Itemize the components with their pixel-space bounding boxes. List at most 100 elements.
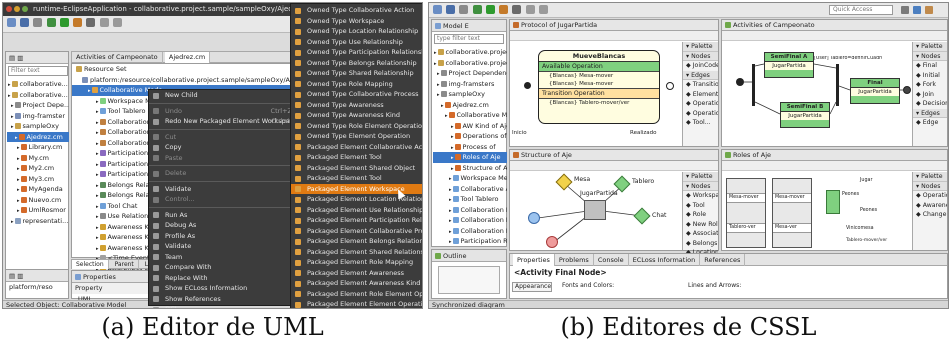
model-tree-item[interactable]: ▸ img-framsters xyxy=(433,79,507,90)
save-icon[interactable] xyxy=(446,5,456,14)
properties-tab[interactable]: Properties xyxy=(513,254,555,266)
palette-drawer[interactable]: ▾ Nodes xyxy=(913,181,947,191)
expand-arrow-icon[interactable]: ▸ xyxy=(96,225,99,231)
expand-arrow-icon[interactable]: ▸ xyxy=(445,113,448,119)
appearance-tab[interactable]: Appearance xyxy=(512,282,552,292)
expand-arrow-icon[interactable]: ▸ xyxy=(8,93,11,99)
palette-tool[interactable]: ◆ Associati... xyxy=(683,229,718,239)
expand-arrow-icon[interactable]: ▸ xyxy=(11,124,14,130)
explorer-item[interactable]: ▸ collaborative... xyxy=(7,90,69,101)
submenu-item[interactable]: Packaged Element Collaborative Action xyxy=(291,142,422,153)
explorer-item[interactable]: ▸ Nuevo.cm xyxy=(7,195,69,206)
submenu-item[interactable]: Packaged Element Belongs Relationship xyxy=(291,236,422,247)
expand-arrow-icon[interactable]: ▸ xyxy=(96,183,99,189)
new-icon[interactable] xyxy=(433,5,442,14)
submenu-item[interactable]: Packaged Element Role Mapping xyxy=(291,257,422,268)
explorer-item[interactable]: ▸ img-framster xyxy=(7,111,69,122)
outline-row[interactable]: platform/reso xyxy=(6,282,68,293)
expand-arrow-icon[interactable]: ▸ xyxy=(96,99,99,105)
model-tree-item[interactable]: ▸ Roles of Aje xyxy=(433,152,507,163)
model-tree-item[interactable]: ▸ Operations of Aje xyxy=(433,131,507,142)
protocol-editor-tab[interactable]: Protocol of JugarPartida xyxy=(510,20,718,31)
model-tree-item[interactable]: ▸ collaborative.project.dia xyxy=(433,47,507,58)
submenu-item[interactable]: Packaged Element Collaborative Process xyxy=(291,226,422,237)
role-column[interactable]: Mesa-mover Tablero-ver xyxy=(726,178,766,248)
expand-arrow-icon[interactable]: ▸ xyxy=(17,208,20,214)
expand-arrow-icon[interactable]: ▸ xyxy=(434,50,437,56)
expand-arrow-icon[interactable]: ▸ xyxy=(96,214,99,220)
quick-access-input[interactable]: Quick Access xyxy=(829,5,893,15)
palette-tool[interactable]: ◆ Join xyxy=(913,90,947,100)
palette-tool[interactable]: ◆ Final xyxy=(913,61,947,71)
explorer-item[interactable]: ▸ Library.cm xyxy=(7,142,69,153)
filter-input[interactable]: type filter text xyxy=(434,34,504,44)
explorer-item[interactable]: ▸ Project Depe... xyxy=(7,100,69,111)
submenu-item[interactable]: Owned Type Awareness Kind xyxy=(291,110,422,121)
expand-arrow-icon[interactable]: ▸ xyxy=(17,177,20,183)
expand-arrow-icon[interactable]: ▸ xyxy=(11,114,14,120)
perspective-icon[interactable] xyxy=(901,6,909,14)
diagram-toolbar[interactable] xyxy=(510,161,718,171)
tab-parent[interactable]: Parent xyxy=(111,260,139,269)
explorer-item[interactable]: ▸ My.cm xyxy=(7,153,69,164)
tool-icon[interactable] xyxy=(499,5,509,14)
window-controls[interactable] xyxy=(22,6,28,12)
expand-arrow-icon[interactable]: ▸ xyxy=(437,82,440,88)
role-node[interactable] xyxy=(584,200,606,220)
palette-tool[interactable]: ◆ New Role xyxy=(683,220,718,230)
search-icon[interactable] xyxy=(512,5,522,14)
context-menu-item[interactable]: Show ECLoss Information xyxy=(149,283,297,294)
diagram-toolbar[interactable] xyxy=(722,31,947,41)
submenu-item[interactable]: Owned Type Workspace xyxy=(291,16,422,27)
submenu-item[interactable]: Packaged Element Participation Relations… xyxy=(291,215,422,226)
model-tree-item[interactable]: ▸ Structure of Aje xyxy=(433,163,507,174)
context-menu-item[interactable]: Redo New Packaged Element Workspace Ctrl+… xyxy=(149,116,297,127)
expand-arrow-icon[interactable]: ▸ xyxy=(8,82,11,88)
submenu-item[interactable]: Packaged Element Awareness xyxy=(291,268,422,279)
model-tree-item[interactable]: ▸ Ajedrez.cm xyxy=(433,100,507,111)
model-tree-item[interactable]: ▸ sampleOxy xyxy=(433,89,507,100)
palette-drawer[interactable]: ▾ Nodes xyxy=(683,181,718,191)
run-icon[interactable] xyxy=(59,18,69,27)
perspective-icon[interactable] xyxy=(913,6,921,14)
expand-arrow-icon[interactable]: ▸ xyxy=(96,246,99,252)
palette-tool[interactable]: ◆ Belongs xyxy=(683,239,718,249)
expand-arrow-icon[interactable]: ▸ xyxy=(17,198,20,204)
model-tree-item[interactable]: ▸ Tool Tablero xyxy=(433,194,507,205)
roles-editor-tab[interactable]: Roles of Aje xyxy=(722,150,947,161)
model-tree-item[interactable]: ▸ Workspace Mesa xyxy=(433,173,507,184)
context-menu-item[interactable]: Run As▸ xyxy=(149,210,297,221)
submenu-item[interactable]: Packaged Element Tool xyxy=(291,152,422,163)
expand-arrow-icon[interactable]: ▸ xyxy=(449,187,452,193)
filter-input[interactable]: Filter text xyxy=(8,66,68,76)
model-tree-item[interactable]: ▸ Project Dependencies xyxy=(433,68,507,79)
model-tree-item[interactable]: ▸ Collaborative Act xyxy=(433,184,507,195)
explorer-tab-icon[interactable]: ▤ ▥ xyxy=(9,54,23,62)
palette-drawer[interactable]: ▾ Palette xyxy=(683,42,718,52)
diagram-toolbar[interactable] xyxy=(722,161,947,171)
expand-arrow-icon[interactable]: ▸ xyxy=(451,155,454,161)
palette-drawer[interactable]: ▾ Palette xyxy=(683,172,718,182)
nav-forward-icon[interactable] xyxy=(112,18,122,27)
activities-editor-tab[interactable]: Activities of Campeonato xyxy=(722,20,947,31)
structure-editor-tab[interactable]: Structure of Aje xyxy=(510,150,718,161)
context-menu-item[interactable]: Validate xyxy=(149,241,297,252)
context-menu-item[interactable]: Team▸ xyxy=(149,252,297,263)
palette-tool[interactable]: ◆ JoinCode xyxy=(683,61,718,71)
submenu-item[interactable]: Owned Type Role Element Operation xyxy=(291,121,422,132)
palette-tool[interactable]: ◆ Element... xyxy=(683,90,718,100)
palette-tool[interactable]: ◆ Change xyxy=(913,210,947,220)
explorer-item[interactable]: ▸ My2.cm xyxy=(7,163,69,174)
palette-drawer[interactable]: ▾ Nodes xyxy=(913,51,947,61)
op-row[interactable]: {Blancas} Mesa-mover xyxy=(539,80,659,88)
expand-arrow-icon[interactable]: ▸ xyxy=(96,193,99,199)
submenu-item[interactable]: Owned Type Shared Relationship xyxy=(291,68,422,79)
properties-tab[interactable]: ECLoss Information xyxy=(629,254,701,266)
explorer-item[interactable]: ▸ sampleOxy xyxy=(7,121,69,132)
palette-tool[interactable]: ◆ Tool xyxy=(683,201,718,211)
submenu-item[interactable]: Owned Type Belongs Relationship xyxy=(291,58,422,69)
save-icon[interactable] xyxy=(20,18,30,27)
expand-arrow-icon[interactable]: ▸ xyxy=(449,229,452,235)
expand-arrow-icon[interactable]: ▸ xyxy=(451,124,454,130)
context-menu-item[interactable]: Show References xyxy=(149,294,297,305)
